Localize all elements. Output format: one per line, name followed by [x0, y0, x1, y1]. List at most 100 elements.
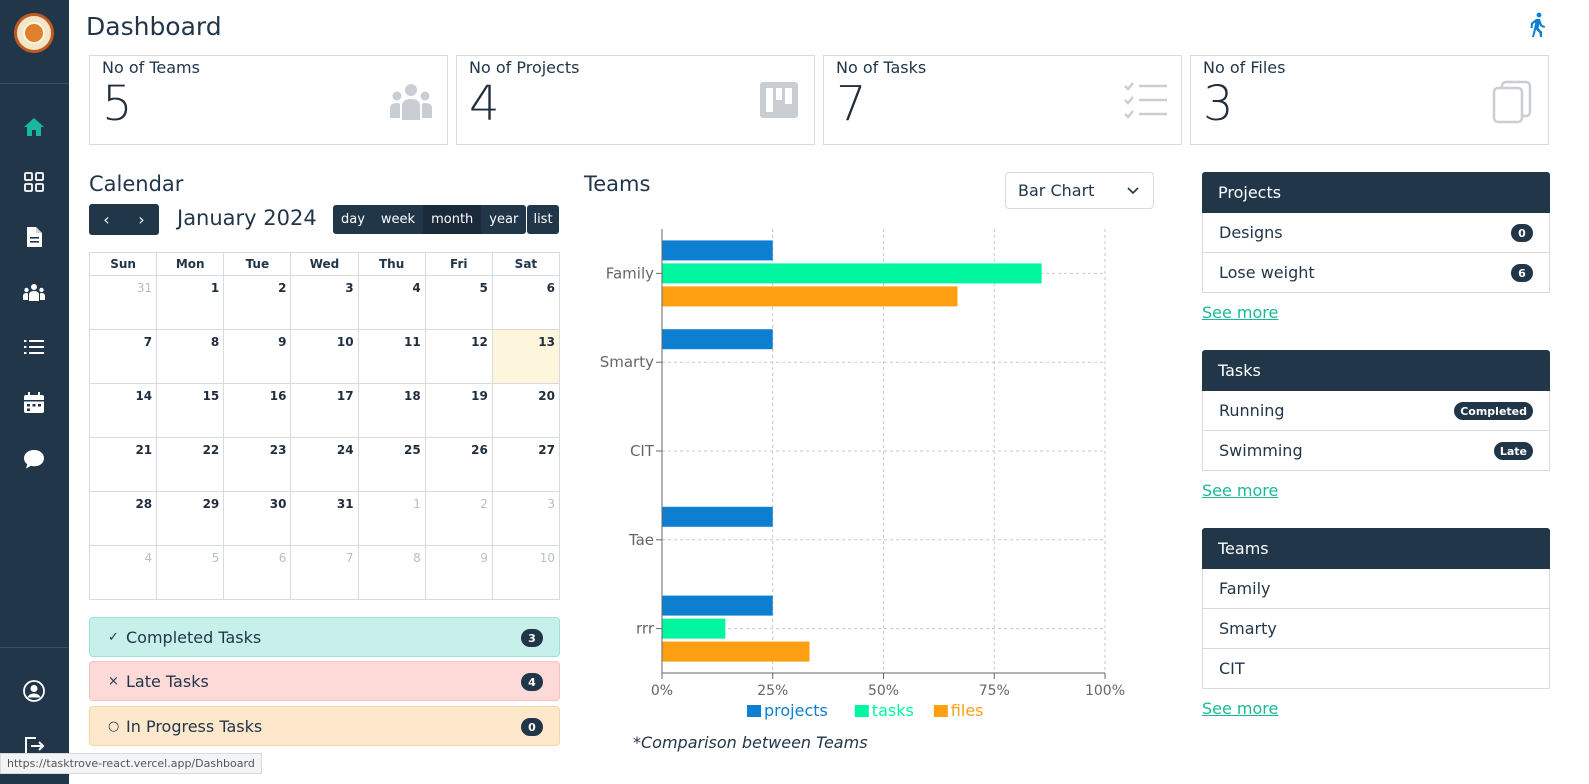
calendar-day-cell[interactable]: 17	[290, 383, 359, 438]
team-row[interactable]: Family	[1202, 569, 1550, 609]
calendar-day-cell[interactable]: 2	[424, 491, 493, 546]
weekday-header: Fri	[424, 252, 493, 276]
stat-value: 5	[102, 76, 133, 132]
calendar-day-cell[interactable]: 31	[290, 491, 359, 546]
task-row[interactable]: Swimming Late	[1202, 431, 1550, 471]
calendar-day-cell[interactable]: 4	[357, 275, 426, 330]
project-row[interactable]: Lose weight 6	[1202, 253, 1550, 293]
calendar-day-cell[interactable]: 5	[424, 275, 493, 330]
stat-card-teams[interactable]: No of Teams 5	[89, 55, 448, 145]
teams-chart-title: Teams	[584, 172, 651, 196]
in-progress-tasks-bar[interactable]: ○ In Progress Tasks 0	[89, 706, 560, 746]
status-count-badge: 4	[521, 673, 543, 691]
calendar-day-cell[interactable]: 8	[357, 545, 426, 600]
sidebar	[0, 0, 69, 784]
tasks-see-more-link[interactable]: See more	[1202, 481, 1278, 500]
calendar-day-cell[interactable]: 1	[156, 275, 225, 330]
calendar-day-cell[interactable]: 14	[88, 383, 158, 438]
calendar-day-cell[interactable]: 6	[491, 275, 561, 330]
task-name: Swimming	[1219, 441, 1303, 460]
calendar-day-cell[interactable]: 9	[223, 329, 292, 384]
sidebar-item-account[interactable]	[20, 677, 48, 705]
sidebar-item-home[interactable]	[20, 113, 48, 141]
calendar-day-cell[interactable]: 8	[156, 329, 225, 384]
count-badge: 0	[1511, 224, 1533, 242]
late-tasks-bar[interactable]: × Late Tasks 4	[89, 661, 560, 701]
calendar-day-cell[interactable]: 10	[491, 545, 561, 600]
calendar-day-cell[interactable]: 1	[357, 491, 426, 546]
stat-label: No of Tasks	[836, 58, 927, 77]
sidebar-item-projects[interactable]	[20, 168, 48, 196]
calendar-day-cell[interactable]: 21	[88, 437, 158, 492]
calendar-day-cell[interactable]: 19	[424, 383, 493, 438]
account-icon	[23, 680, 45, 702]
calendar-day-cell[interactable]: 11	[357, 329, 426, 384]
calendar-day-cell[interactable]: 4	[88, 545, 158, 600]
board-icon	[760, 82, 798, 118]
calendar-grid: Sun Mon Tue Wed Thu Fri Sat 31 1 2 3 4 5 6 7 8 9 10 11 12 1…	[88, 252, 561, 600]
chart-type-value: Bar Chart	[1018, 181, 1095, 200]
calendar-day-cell[interactable]: 15	[156, 383, 225, 438]
calendar-day-cell[interactable]: 3	[491, 491, 561, 546]
calendar-day-cell[interactable]: 20	[491, 383, 561, 438]
sidebar-item-calendar[interactable]	[20, 389, 48, 417]
calendar-week-row: 21 22 23 24 25 26 27	[88, 437, 561, 492]
chevron-down-icon	[1127, 187, 1139, 195]
stat-card-files[interactable]: No of Files 3	[1190, 55, 1549, 145]
calendar-day-cell[interactable]: 6	[223, 545, 292, 600]
calendar-day-cell[interactable]: 7	[88, 329, 158, 384]
team-row[interactable]: Smarty	[1202, 609, 1550, 649]
calendar-day-cell[interactable]: 16	[223, 383, 292, 438]
calendar-list-button[interactable]: list	[527, 205, 559, 234]
stat-card-tasks[interactable]: No of Tasks 7	[823, 55, 1182, 145]
calendar-day-cell[interactable]: 29	[156, 491, 225, 546]
calendar-day-cell[interactable]: 26	[424, 437, 493, 492]
calendar-view-day-button[interactable]: day	[333, 205, 373, 234]
y-tick-label: CIT	[630, 442, 655, 460]
projects-panel: Projects Designs 0 Lose weight 6	[1202, 172, 1550, 293]
calendar-day-cell[interactable]: 25	[357, 437, 426, 492]
completed-tasks-bar[interactable]: ✓ Completed Tasks 3	[89, 617, 560, 657]
chart-type-select[interactable]: Bar Chart	[1005, 172, 1154, 209]
calendar-day-cell[interactable]: 18	[357, 383, 426, 438]
calendar-day-cell[interactable]: 7	[290, 545, 359, 600]
task-row[interactable]: Running Completed	[1202, 391, 1550, 431]
team-row[interactable]: CIT	[1202, 649, 1550, 689]
list-icon	[24, 340, 44, 354]
sidebar-item-teams[interactable]	[20, 279, 48, 307]
bar-projects	[662, 595, 773, 616]
stat-value: 3	[1203, 76, 1234, 132]
project-row[interactable]: Designs 0	[1202, 213, 1550, 253]
calendar-day-cell[interactable]: 28	[88, 491, 158, 546]
calendar-day-cell[interactable]: 10	[290, 329, 359, 384]
calendar-next-button[interactable]: ›	[124, 204, 159, 235]
stat-card-projects[interactable]: No of Projects 4	[456, 55, 815, 145]
calendar-day-cell[interactable]: 2	[223, 275, 292, 330]
walking-person-icon[interactable]	[1525, 12, 1549, 38]
calendar-view-year-button[interactable]: year	[481, 205, 527, 234]
x-tick-label: 25%	[757, 683, 788, 699]
calendar-day-cell[interactable]: 3	[290, 275, 359, 330]
sidebar-item-chat[interactable]	[20, 445, 48, 473]
status-label: Late Tasks	[126, 671, 209, 691]
calendar-day-cell[interactable]: 22	[156, 437, 225, 492]
calendar-day-cell[interactable]: 31	[88, 275, 158, 330]
teams-see-more-link[interactable]: See more	[1202, 699, 1278, 718]
calendar-day-cell[interactable]: 13	[491, 329, 561, 384]
calendar-day-cell[interactable]: 23	[223, 437, 292, 492]
sidebar-item-tasks[interactable]	[20, 333, 48, 361]
app-logo[interactable]	[14, 13, 54, 53]
calendar-view-month-button[interactable]: month	[423, 205, 482, 234]
home-icon	[24, 118, 44, 136]
projects-see-more-link[interactable]: See more	[1202, 303, 1278, 322]
calendar-view-week-button[interactable]: week	[372, 205, 424, 234]
legend-label-files: files	[951, 701, 984, 720]
calendar-day-cell[interactable]: 24	[290, 437, 359, 492]
calendar-day-cell[interactable]: 12	[424, 329, 493, 384]
calendar-day-cell[interactable]: 5	[156, 545, 225, 600]
sidebar-item-files[interactable]	[20, 223, 48, 251]
calendar-day-cell[interactable]: 9	[424, 545, 493, 600]
calendar-day-cell[interactable]: 30	[223, 491, 292, 546]
calendar-prev-button[interactable]: ‹	[89, 204, 124, 235]
calendar-day-cell[interactable]: 27	[491, 437, 561, 492]
